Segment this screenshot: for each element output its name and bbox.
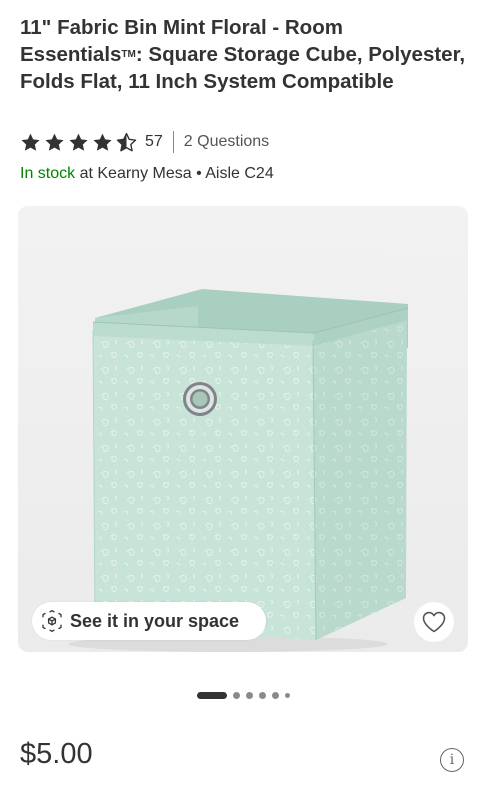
star-full-icon	[93, 133, 112, 151]
star-full-icon	[69, 133, 88, 151]
price: $5.00	[20, 738, 93, 770]
see-in-your-space-button[interactable]: See it in your space	[32, 602, 266, 640]
pagination-dot[interactable]	[245, 691, 253, 699]
pagination-dot[interactable]	[232, 691, 240, 699]
store-location: at Kearny Mesa • Aisle C24	[75, 165, 274, 182]
pagination-current[interactable]	[196, 691, 227, 699]
info-icon[interactable]: i	[440, 748, 464, 772]
favorite-button[interactable]	[414, 602, 454, 642]
star-full-icon	[45, 133, 64, 151]
trademark-mark: TM	[121, 49, 136, 60]
pagination-dot[interactable]	[284, 692, 290, 698]
heart-icon	[422, 611, 446, 633]
see-in-your-space-label: See it in your space	[70, 610, 240, 631]
bin-front-pattern	[93, 330, 316, 640]
rating-divider	[172, 131, 174, 153]
product-image-gallery[interactable]: See it in your space	[18, 206, 468, 652]
star-full-icon	[21, 133, 40, 151]
availability-row[interactable]: In stock at Kearny Mesa • Aisle C24	[20, 165, 274, 183]
star-half-icon	[116, 132, 137, 151]
rating-stars[interactable]	[20, 132, 137, 153]
rating-count[interactable]: 57	[145, 133, 163, 151]
stock-status: In stock	[20, 165, 76, 182]
pagination-dot[interactable]	[258, 691, 266, 699]
pagination-dot[interactable]	[271, 691, 279, 699]
questions-link[interactable]: 2 Questions	[184, 133, 269, 151]
product-title: 11" Fabric Bin Mint Floral - Room Essent…	[20, 14, 470, 95]
gallery-pagination[interactable]	[0, 690, 486, 700]
bin-side-pattern	[313, 316, 407, 640]
product-image	[68, 289, 409, 652]
rating-row: 57 2 Questions	[20, 130, 269, 154]
bin-grommet	[183, 382, 217, 416]
ar-cube-icon	[42, 610, 62, 632]
